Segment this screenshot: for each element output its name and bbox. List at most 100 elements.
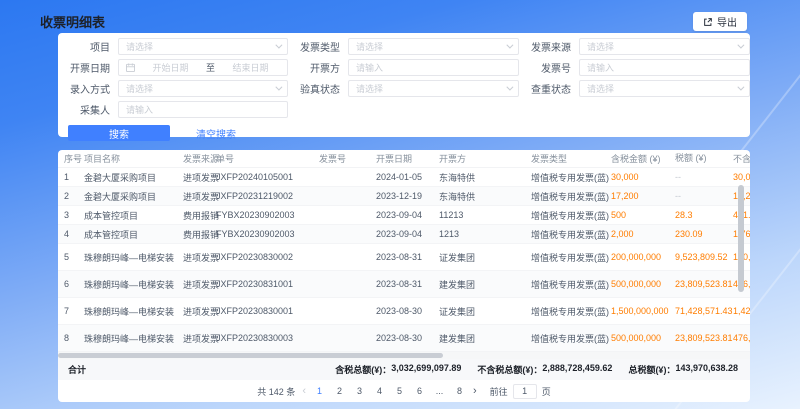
vertical-scrollbar[interactable] [738, 185, 744, 292]
header-no: 序号 [64, 152, 84, 165]
filter-label-entry-method: 录入方式 [58, 81, 110, 96]
cell-no: 2 [64, 191, 84, 201]
chevron-down-icon [737, 42, 744, 49]
horizontal-scrollbar-thumb[interactable] [58, 353, 443, 358]
cell-amount-incl: 2,000 [611, 229, 675, 239]
page-button-6[interactable]: 6 [413, 386, 426, 396]
cell-project: 成本管控项目 [84, 209, 183, 222]
collector-placeholder: 请输入 [126, 103, 280, 116]
total-excl-label: 不含税总额(¥)： [477, 363, 542, 376]
cell-tax: 71,428,571.43 [675, 306, 733, 316]
title-bar: 收票明细表 导出 [30, 10, 755, 33]
filter-label-invoice-source: 发票来源 [519, 39, 571, 54]
cell-type: 增值税专用发票(蓝) [531, 209, 611, 222]
table-row[interactable]: 3 成本管控项目 费用报销 FYBX20230902003 2023-09-04… [58, 206, 750, 225]
table-row[interactable]: 1 金碧大厦采购项目 进项发票 JXFP20240105001 2024-01-… [58, 168, 750, 187]
page-button-8[interactable]: 8 [453, 386, 466, 396]
cell-source: 费用报销 [183, 228, 216, 241]
cell-date: 2024-01-05 [376, 172, 439, 182]
cell-order-no: JXFP20230830003 [216, 333, 319, 343]
invoice-source-select[interactable]: 请选择 [579, 38, 750, 55]
project-select[interactable]: 请选择 [118, 38, 288, 55]
table-row[interactable]: 2 金碧大厦采购项目 进项发票 JXFP20231219002 2023-12-… [58, 187, 750, 206]
prev-page-button[interactable]: ‹ [302, 386, 306, 397]
cell-type: 增值税专用发票(蓝) [531, 278, 611, 291]
entry-method-select[interactable]: 请选择 [118, 80, 288, 97]
cell-amount-incl: 500,000,000 [611, 333, 675, 343]
export-icon [703, 17, 713, 27]
clear-search-link[interactable]: 清空搜索 [196, 126, 236, 141]
horizontal-scrollbar[interactable] [58, 352, 750, 359]
project-placeholder: 请选择 [126, 40, 269, 53]
cell-date: 2023-12-19 [376, 191, 439, 201]
table-row[interactable]: 4 成本管控项目 费用报销 FYBX20230902003 2023-09-04… [58, 225, 750, 244]
header-source: 发票来源 [183, 152, 216, 165]
cell-tax: 23,809,523.81 [675, 333, 733, 343]
search-button[interactable]: 搜索 [68, 125, 170, 141]
cell-date: 2023-08-30 [376, 333, 439, 343]
cell-source: 进项发票 [183, 251, 216, 264]
cell-date: 2023-09-04 [376, 229, 439, 239]
header-issuer: 开票方 [439, 152, 531, 165]
export-button[interactable]: 导出 [693, 12, 747, 31]
filter-label-issuer: 开票方 [288, 60, 340, 75]
cell-project: 珠穆朗玛峰—电梯安装 [84, 332, 183, 345]
table-row[interactable]: 6 珠穆朗玛峰—电梯安装 进项发票 JXFP20230831001 2023-0… [58, 271, 750, 298]
cell-amount-excl: 30,000 [733, 172, 750, 182]
cell-type: 增值税专用发票(蓝) [531, 332, 611, 345]
page-button-5[interactable]: 5 [393, 386, 406, 396]
cell-order-no: FYBX20230902003 [216, 210, 319, 220]
invoice-type-select[interactable]: 请选择 [348, 38, 519, 55]
filter-field-dup-status: 查重状态 请选择 [519, 80, 750, 97]
total-incl-value: 3,032,699,097.89 [391, 363, 461, 376]
end-date-placeholder: 结束日期 [221, 61, 280, 74]
cell-date: 2023-08-30 [376, 306, 439, 316]
cell-tax: 28.3 [675, 210, 733, 220]
goto-page-input[interactable] [513, 384, 537, 399]
cell-no: 6 [64, 279, 84, 289]
cell-project: 成本管控项目 [84, 228, 183, 241]
page-button-3[interactable]: 3 [353, 386, 366, 396]
verify-status-select[interactable]: 请选择 [348, 80, 519, 97]
dup-status-select[interactable]: 请选择 [579, 80, 750, 97]
cell-no: 1 [64, 172, 84, 182]
cell-order-no: JXFP20230830002 [216, 252, 319, 262]
page-title: 收票明细表 [40, 12, 105, 31]
invoice-date-range-picker[interactable]: 开始日期 至 结束日期 [118, 59, 288, 76]
cell-no: 8 [64, 333, 84, 343]
page-button-2[interactable]: 2 [333, 386, 346, 396]
table-row[interactable]: 8 珠穆朗玛峰—电梯安装 进项发票 JXFP20230830003 2023-0… [58, 325, 750, 352]
total-incl-label: 含税总额(¥)： [335, 363, 391, 376]
cell-source: 进项发票 [183, 190, 216, 203]
issuer-input[interactable]: 请输入 [348, 59, 519, 76]
table-row[interactable]: 5 珠穆朗玛峰—电梯安装 进项发票 JXFP20230830002 2023-0… [58, 244, 750, 271]
page-button-1[interactable]: 1 [313, 386, 326, 396]
cell-amount-incl: 30,000 [611, 172, 675, 182]
totals-label: 合计 [68, 363, 86, 376]
collector-input[interactable]: 请输入 [118, 101, 288, 118]
next-page-button[interactable]: › [473, 386, 477, 397]
cell-issuer: 1213 [439, 229, 531, 239]
cell-amount-incl: 200,000,000 [611, 252, 675, 262]
cell-date: 2023-09-04 [376, 210, 439, 220]
filter-label-verify-status: 验真状态 [288, 81, 340, 96]
page-button-4[interactable]: 4 [373, 386, 386, 396]
cell-order-no: JXFP20230831001 [216, 279, 319, 289]
cell-date: 2023-08-31 [376, 279, 439, 289]
cell-project: 珠穆朗玛峰—电梯安装 [84, 251, 183, 264]
total-excl-value: 2,888,728,459.62 [542, 363, 612, 376]
page-ellipsis[interactable]: ... [433, 386, 446, 396]
cell-tax: 230.09 [675, 229, 733, 239]
invoice-no-input[interactable]: 请输入 [579, 59, 750, 76]
filter-field-verify-status: 验真状态 请选择 [288, 80, 519, 97]
invoice-no-placeholder: 请输入 [587, 61, 742, 74]
total-tax-label: 总税额(¥)： [628, 363, 675, 376]
entry-method-placeholder: 请选择 [126, 82, 269, 95]
cell-source: 进项发票 [183, 305, 216, 318]
table-row[interactable]: 7 珠穆朗玛峰—电梯安装 进项发票 JXFP20230830001 2023-0… [58, 298, 750, 325]
cell-tax: -- [675, 172, 733, 182]
filter-label-collector: 采集人 [58, 102, 110, 117]
cell-amount-incl: 17,200 [611, 191, 675, 201]
cell-type: 增值税专用发票(蓝) [531, 171, 611, 184]
totals-row: 合计 含税总额(¥)： 3,032,699,097.89 不含税总额(¥)： 2… [58, 359, 750, 380]
